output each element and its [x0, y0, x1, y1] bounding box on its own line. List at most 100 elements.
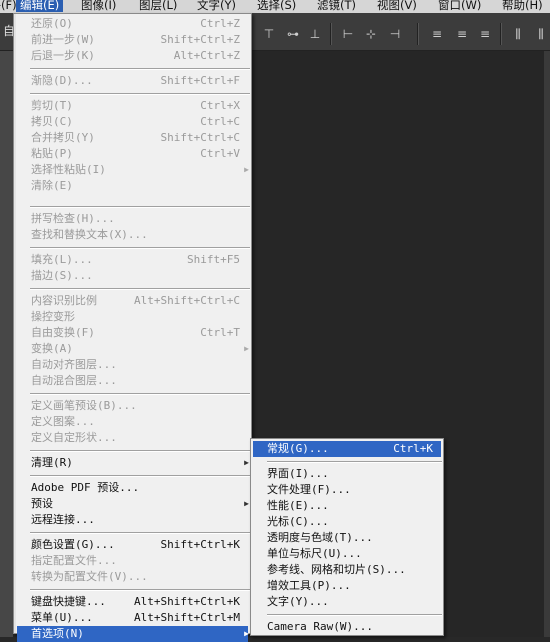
menu-item-shortcut: Shift+Ctrl+K: [160, 538, 240, 551]
menu-item-step-forward: 前进一步(W) Shift+Ctrl+Z: [17, 32, 248, 48]
menu-item-remote-connections[interactable]: 远程连接...: [17, 512, 248, 528]
menu-window[interactable]: 窗口(W): [434, 0, 485, 12]
menu-item-label: 还原(O): [31, 17, 73, 30]
menu-item-undo: 还原(O) Ctrl+Z: [17, 16, 248, 32]
menu-item-color-settings[interactable]: 颜色设置(G)... Shift+Ctrl+K: [17, 537, 248, 553]
menu-select[interactable]: 选择(S): [253, 0, 300, 12]
menu-item-label: 定义图案...: [31, 415, 95, 428]
menu-item-label: 合并拷贝(Y): [31, 131, 95, 144]
menu-separator: [30, 206, 250, 208]
distribute-top-icon[interactable]: ≡: [429, 26, 445, 42]
menu-item-fill: 填充(L)... Shift+F5: [17, 252, 248, 268]
align-hcenter-icon[interactable]: ⊹: [363, 26, 379, 42]
menu-help[interactable]: 帮助(H): [498, 0, 547, 12]
menu-item-auto-align-layers: 自动对齐图层...: [17, 357, 248, 373]
distribute-vcenter-icon[interactable]: ≡: [454, 26, 470, 42]
menu-item-label: 文件处理(F)...: [267, 483, 351, 496]
menu-item-label: 变换(A): [31, 342, 73, 355]
menu-item-purge[interactable]: 清理(R) ▶: [17, 455, 249, 471]
menu-item-preferences[interactable]: 首选项(N) ▶: [17, 626, 249, 642]
menu-item-label: Camera Raw(W)...: [267, 620, 373, 633]
menu-item-fade: 渐隐(D)... Shift+Ctrl+F: [17, 73, 248, 89]
menu-item-menus[interactable]: 菜单(U)... Alt+Shift+Ctrl+M: [17, 610, 248, 626]
menu-edit[interactable]: 编辑(E): [16, 0, 64, 12]
menu-item-shortcut: Shift+Ctrl+F: [160, 74, 240, 87]
menu-item-label: 远程连接...: [31, 513, 95, 526]
menu-item-label: 首选项(N): [31, 627, 84, 640]
menu-item-label: Adobe PDF 预设...: [31, 481, 140, 494]
menu-item-auto-blend-layers: 自动混合图层...: [17, 373, 248, 389]
menu-item-label: 填充(L)...: [31, 253, 93, 266]
distribute-bottom-icon[interactable]: ≡: [477, 26, 493, 42]
menu-item-label: 菜单(U)...: [31, 611, 93, 624]
align-right-icon[interactable]: ⊣: [387, 26, 403, 42]
menu-item-label: 界面(I)...: [267, 467, 329, 480]
menu-item-cut: 剪切(T) Ctrl+X: [17, 98, 248, 114]
menu-item-shortcut: Shift+F5: [187, 253, 240, 266]
menu-item-assign-profile: 指定配置文件...: [17, 553, 248, 569]
menu-item-label: 后退一步(K): [31, 49, 95, 62]
menu-item-label: 自由变换(F): [31, 326, 95, 339]
menu-item-convert-to-profile: 转换为配置文件(V)...: [17, 569, 248, 585]
align-left-icon[interactable]: ⊢: [340, 26, 356, 42]
menu-item-shortcut: Alt+Shift+Ctrl+M: [134, 611, 240, 624]
distribute-hcenter-icon[interactable]: ⫼: [533, 26, 549, 42]
align-vcenter-icon[interactable]: ⊶: [285, 26, 301, 42]
menu-item-copy-merged: 合并拷贝(Y) Shift+Ctrl+C: [17, 130, 248, 146]
menu-separator: [30, 475, 250, 477]
menu-item-step-backward: 后退一步(K) Alt+Ctrl+Z: [17, 48, 248, 64]
pref-item-general[interactable]: 常规(G)... Ctrl+K: [253, 441, 441, 457]
pref-item-camera-raw[interactable]: Camera Raw(W)...: [253, 619, 441, 635]
edit-menu-dropdown: 还原(O) Ctrl+Z 前进一步(W) Shift+Ctrl+Z 后退一步(K) Alt…: [13, 13, 252, 642]
menu-layer[interactable]: 图层(L): [135, 0, 181, 12]
align-bottom-icon[interactable]: ⊥: [307, 26, 323, 42]
menu-item-free-transform: 自由变换(F) Ctrl+T: [17, 325, 248, 341]
pref-item-interface[interactable]: 界面(I)...: [253, 466, 441, 482]
menu-item-label: 剪切(T): [31, 99, 73, 112]
menu-item-label: 查找和替换文本(X)...: [31, 228, 148, 241]
menu-item-find-replace-text: 查找和替换文本(X)...: [17, 227, 248, 243]
menu-item-label: 粘贴(P): [31, 147, 73, 160]
menu-item-label: 增效工具(P)...: [267, 579, 351, 592]
pref-item-cursors[interactable]: 光标(C)...: [253, 514, 441, 530]
pref-item-units-rulers[interactable]: 单位与标尺(U)...: [253, 546, 441, 562]
menu-item-label: 透明度与色域(T)...: [267, 531, 373, 544]
pref-item-plug-ins[interactable]: 增效工具(P)...: [253, 578, 441, 594]
toolbar-separator: [417, 23, 419, 45]
menu-item-define-brush-preset: 定义画笔预设(B)...: [17, 398, 248, 414]
menu-item-label: 选择性粘贴(I): [31, 163, 106, 176]
menu-item-shortcut: Alt+Shift+Ctrl+K: [134, 595, 240, 608]
pref-item-guides-grid-slices[interactable]: 参考线、网格和切片(S)...: [253, 562, 441, 578]
menu-item-label: 常规(G)...: [267, 442, 329, 455]
menu-separator: [30, 247, 250, 249]
right-panel-edge: [544, 51, 550, 637]
menu-separator: [30, 288, 250, 290]
menu-item-shortcut: Alt+Shift+Ctrl+C: [134, 294, 240, 307]
menu-view[interactable]: 视图(V): [373, 0, 421, 12]
pref-item-performance[interactable]: 性能(E)...: [253, 498, 441, 514]
menu-separator: [30, 93, 250, 95]
menu-image[interactable]: 图像(I): [77, 0, 120, 12]
menu-item-label: 定义自定形状...: [31, 431, 117, 444]
menu-item-label: 预设: [31, 497, 53, 510]
toolbar-separator: [330, 23, 332, 45]
pref-item-transparency-gamut[interactable]: 透明度与色域(T)...: [253, 530, 441, 546]
menu-item-label: 指定配置文件...: [31, 554, 117, 567]
menu-item-label: 拼写检查(H)...: [31, 212, 115, 225]
menu-filter[interactable]: 滤镜(T): [313, 0, 360, 12]
menu-item-label: 内容识别比例: [31, 294, 97, 307]
menu-item-keyboard-shortcuts[interactable]: 键盘快捷键... Alt+Shift+Ctrl+K: [17, 594, 248, 610]
pref-item-type[interactable]: 文字(Y)...: [253, 594, 441, 610]
menu-item-presets[interactable]: 预设 ▶: [17, 496, 249, 512]
menu-type[interactable]: 文字(Y): [193, 0, 240, 12]
distribute-left-icon[interactable]: ⫼: [510, 26, 526, 42]
submenu-arrow-icon: ▶: [244, 165, 249, 174]
menu-item-paste: 粘贴(P) Ctrl+V: [17, 146, 248, 162]
pref-item-file-handling[interactable]: 文件处理(F)...: [253, 482, 441, 498]
align-top-icon[interactable]: ⊤: [261, 26, 277, 42]
tools-panel-edge: [0, 51, 13, 637]
menu-item-label: 定义画笔预设(B)...: [31, 399, 137, 412]
menu-item-adobe-pdf-presets[interactable]: Adobe PDF 预设...: [17, 480, 248, 496]
menu-item-shortcut: Ctrl+X: [200, 99, 240, 112]
menu-item-label: 自动混合图层...: [31, 374, 117, 387]
